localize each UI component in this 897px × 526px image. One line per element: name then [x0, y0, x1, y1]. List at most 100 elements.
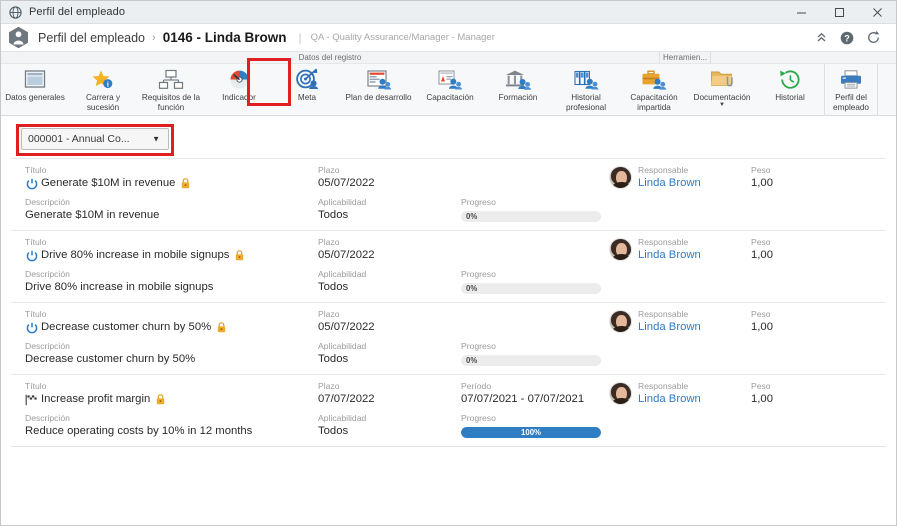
ribbon-button-meta[interactable]: Meta — [273, 64, 341, 116]
ribbon-group-main-label: Datos del registro — [298, 53, 362, 62]
goal-description-field: Descripción Decrease customer churn by 5… — [25, 341, 195, 367]
progress-bar-text: 0% — [466, 356, 478, 365]
goal-description-value: Drive 80% increase in mobile signups — [25, 281, 214, 293]
ribbon-button-historial[interactable]: Historial — [756, 64, 824, 116]
ribbon-button-label: Plan de desarrollo — [345, 93, 412, 102]
breadcrumb-subtitle: QA - Quality Assurance/Manager - Manager — [310, 32, 495, 43]
ribbon-button-indicador[interactable]: Indicador — [205, 64, 273, 116]
field-label-progreso: Progreso — [461, 269, 496, 279]
power-circle-icon — [25, 321, 38, 334]
goal-responsable-value[interactable]: Linda Brown — [638, 320, 701, 335]
goal-peso-value: 1,00 — [751, 249, 773, 261]
goal-description-field: Descripción Reduce operating costs by 10… — [25, 413, 252, 439]
goal-row[interactable]: Título Generate $10M in revenue Descripc… — [11, 159, 886, 231]
collapse-ribbon-icon[interactable] — [810, 27, 832, 49]
star-info-icon: i — [88, 67, 118, 91]
field-label-plazo: Plazo — [318, 381, 340, 391]
ribbon-button-formacion[interactable]: Formación — [484, 64, 552, 116]
refresh-icon[interactable] — [862, 27, 884, 49]
content-area: 000001 - Annual Co... ▼ Título Generate … — [1, 116, 896, 525]
breadcrumb-current: 0146 - Linda Brown — [162, 30, 287, 45]
ribbon-button-plan-de-desarrollo[interactable]: Plan de desarrollo — [341, 64, 416, 116]
ribbon-button-label: Historial profesional — [565, 93, 607, 112]
goal-progreso-field: Progreso 0% — [461, 269, 601, 294]
goal-aplicabilidad-field: Aplicabilidad Todos — [318, 197, 366, 223]
field-label-aplicabilidad: Aplicabilidad — [318, 413, 367, 423]
ribbon-button-label: Requisitos de la función — [141, 93, 201, 112]
goal-description-field: Descripción Generate $10M in revenue — [25, 197, 159, 223]
globe-icon — [7, 4, 23, 20]
target-arrow-icon — [292, 67, 322, 91]
ribbon-button-label: Carrera y sucesión — [85, 93, 121, 112]
goal-responsable-value[interactable]: Linda Brown — [638, 392, 701, 407]
bank-columns-icon — [503, 67, 533, 91]
ribbon-button-label: Indicador — [222, 93, 256, 102]
ribbon-button-historial-profesional[interactable]: Historial profesional — [552, 64, 620, 116]
goal-responsable-field: Responsable Linda Brown — [609, 381, 701, 407]
briefcase-people-icon — [639, 67, 669, 91]
application-window: Perfil del empleado Perfil del empleado … — [0, 0, 897, 526]
breadcrumb-separator-icon: › — [152, 31, 156, 44]
goal-description-field: Descripción Drive 80% increase in mobile… — [25, 269, 213, 295]
ribbon-button-label: Datos generales — [5, 93, 65, 102]
chevron-down-icon[interactable]: ▼ — [719, 102, 725, 108]
breadcrumb-root[interactable]: Perfil del empleado — [38, 31, 145, 45]
goal-responsable-value[interactable]: Linda Brown — [638, 248, 701, 263]
field-label-aplicabilidad: Aplicabilidad — [318, 269, 367, 279]
progress-bar-text: 0% — [466, 284, 478, 293]
checkered-flag-icon — [25, 393, 38, 406]
goal-plazo-value: 05/07/2022 — [318, 177, 375, 189]
field-label-plazo: Plazo — [318, 165, 340, 175]
progress-bar: 0% — [461, 211, 601, 222]
field-label-peso: Peso — [751, 237, 771, 247]
avatar — [609, 310, 632, 333]
ribbon-button-capacitacion-impartida[interactable]: Capacitación impartida — [620, 64, 688, 116]
ribbon-button-perfil-del-empleado-print[interactable]: Perfil del empleado — [825, 64, 877, 116]
goal-periodo-field: Período 07/07/2021 - 07/07/2021 — [461, 381, 584, 407]
employee-hexagon-logo-icon — [8, 26, 29, 49]
selector-row: 000001 - Annual Co... ▼ — [1, 116, 896, 158]
goal-row[interactable]: Título Increase profit margin Descripció… — [11, 375, 886, 447]
lock-icon — [180, 178, 190, 190]
goal-responsable-value[interactable]: Linda Brown — [638, 176, 701, 191]
help-icon[interactable]: ? — [836, 27, 858, 49]
goal-title-text: Generate $10M in revenue — [41, 177, 176, 189]
goal-aplicabilidad-value: Todos — [318, 281, 349, 293]
field-label-descripcion: Descripción — [25, 341, 70, 351]
goal-title-text: Decrease customer churn by 50% — [41, 321, 212, 333]
goal-responsable-field: Responsable Linda Brown — [609, 309, 701, 335]
ribbon-button-requisitos-de-la-funcion[interactable]: Requisitos de la función — [137, 64, 205, 116]
goal-title-field: Título Drive 80% increase in mobile sign… — [25, 237, 244, 263]
goal-row[interactable]: Título Decrease customer churn by 50% De… — [11, 303, 886, 375]
goal-aplicabilidad-field: Aplicabilidad Todos — [318, 269, 366, 295]
svg-text:?: ? — [844, 33, 850, 43]
progress-bar: 0% — [461, 355, 601, 366]
goal-plan-dropdown[interactable]: 000001 - Annual Co... ▼ — [21, 128, 169, 150]
goal-row[interactable]: Título Drive 80% increase in mobile sign… — [11, 231, 886, 303]
power-circle-icon — [25, 249, 38, 262]
maximize-button[interactable] — [820, 1, 858, 23]
progress-bar: 100% — [461, 427, 601, 438]
ribbon-group-tools-label: Herramien... — [659, 52, 711, 64]
plan-people-icon — [364, 67, 394, 91]
org-chart-icon — [156, 67, 186, 91]
ribbon-button-carrera-y-sucesion[interactable]: i Carrera y sucesión — [69, 64, 137, 116]
ribbon-button-label: Meta — [297, 93, 317, 102]
window-form-icon — [20, 67, 50, 91]
ribbon-button-label: Capacitación impartida — [630, 93, 678, 112]
ribbon-button-capacitacion[interactable]: Capacitación — [416, 64, 484, 116]
goal-description-value: Decrease customer churn by 50% — [25, 353, 196, 365]
field-label-responsable: Responsable — [638, 381, 689, 391]
field-label-descripcion: Descripción — [25, 197, 70, 207]
minimize-button[interactable] — [782, 1, 820, 23]
app-header: Perfil del empleado › 0146 - Linda Brown… — [1, 24, 896, 52]
ribbon-button-documentacion[interactable]: Documentación ▼ — [688, 64, 756, 116]
goal-responsable-field: Responsable Linda Brown — [609, 165, 701, 191]
books-people-icon — [571, 67, 601, 91]
close-button[interactable] — [858, 1, 896, 23]
ribbon-button-datos-generales[interactable]: Datos generales — [1, 64, 69, 116]
goal-progreso-field: Progreso 100% — [461, 413, 601, 438]
field-label-plazo: Plazo — [318, 309, 340, 319]
clock-rewind-icon — [775, 67, 805, 91]
ribbon-button-label: Historial — [775, 93, 805, 102]
